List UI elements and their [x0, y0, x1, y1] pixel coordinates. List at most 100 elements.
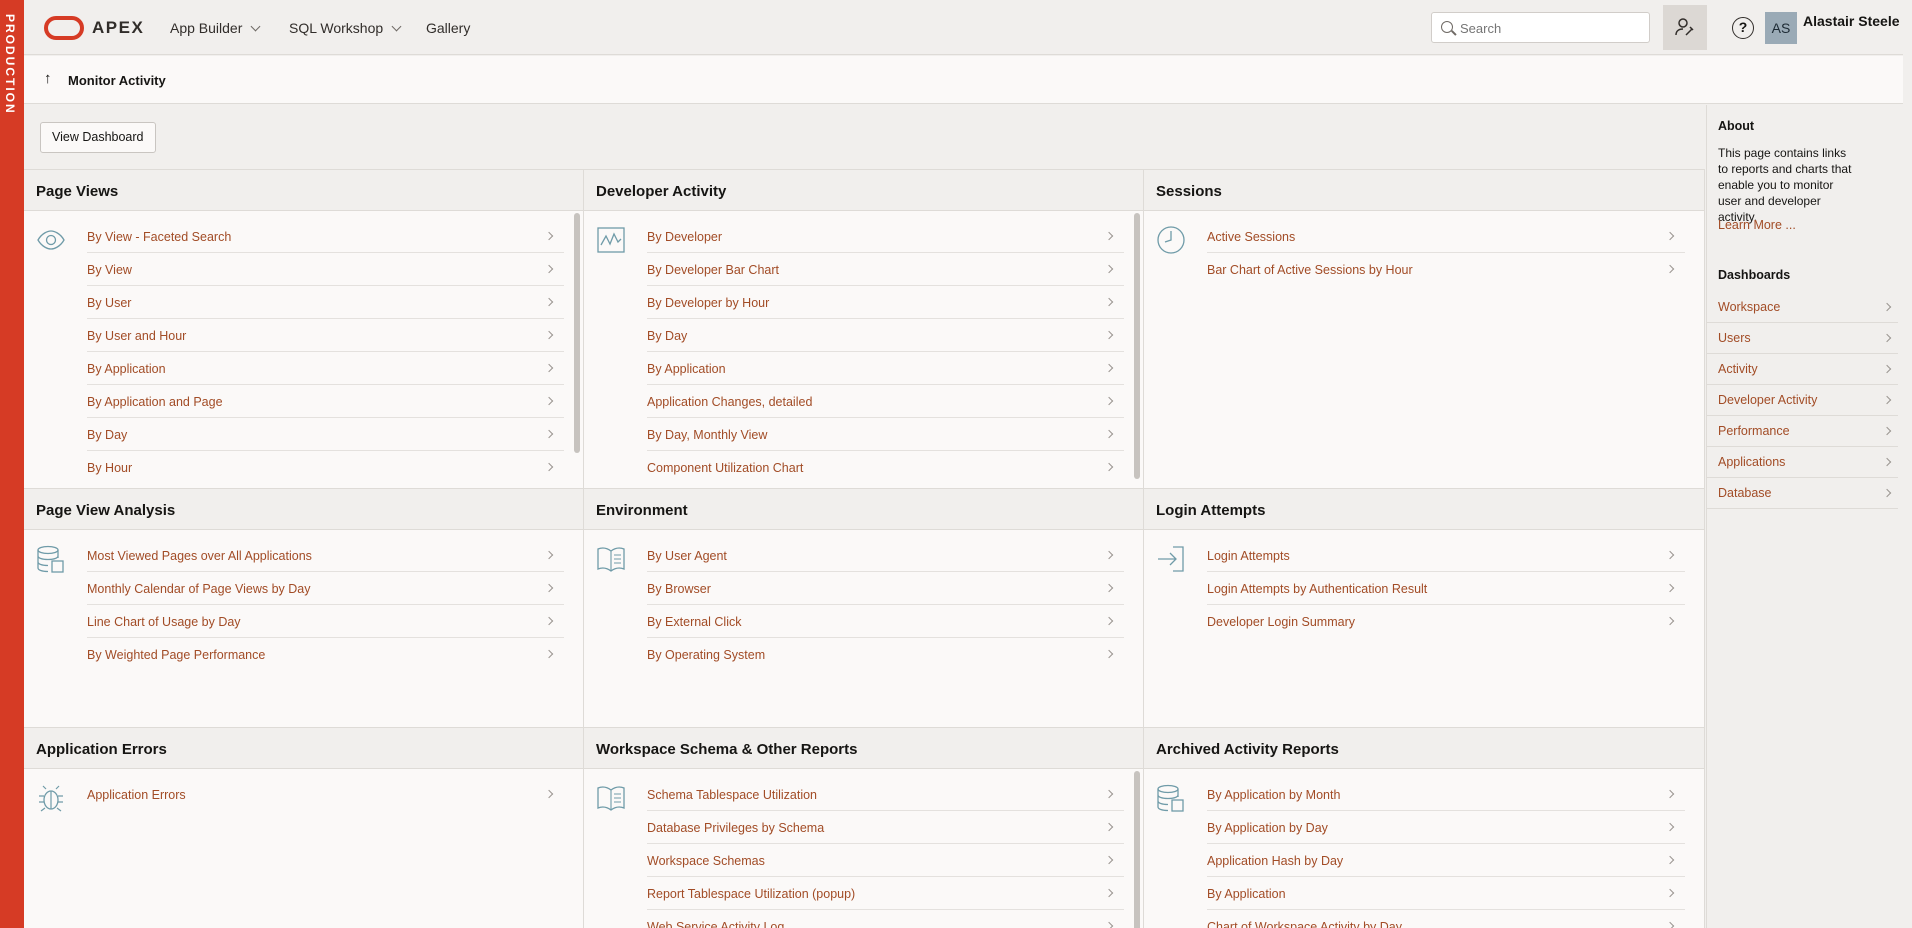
chevron-right-icon — [1104, 396, 1114, 406]
list-item[interactable]: Active Sessions — [1207, 220, 1685, 253]
dashboard-link-users[interactable]: Users — [1707, 323, 1898, 354]
list-item[interactable]: By Operating System — [647, 638, 1124, 671]
list-item[interactable]: By Developer by Hour — [647, 286, 1124, 319]
dashboard-link-database[interactable]: Database — [1707, 478, 1898, 509]
list-item[interactable]: Database Privileges by Schema — [647, 811, 1124, 844]
list-item[interactable]: By User Agent — [647, 539, 1124, 572]
oracle-logo-icon[interactable] — [44, 16, 84, 40]
chevron-right-icon — [1104, 649, 1114, 659]
chevron-right-icon — [1104, 429, 1114, 439]
search-input[interactable] — [1460, 19, 1640, 37]
list-item[interactable]: Chart of Workspace Activity by Day — [1207, 910, 1685, 928]
list-item[interactable]: Line Chart of Usage by Day — [87, 605, 564, 638]
apex-brand[interactable]: APEX — [92, 18, 144, 38]
list-item[interactable]: By Developer Bar Chart — [647, 253, 1124, 286]
list-item[interactable]: Most Viewed Pages over All Applications — [87, 539, 564, 572]
chevron-right-icon — [544, 789, 554, 799]
link-list: Schema Tablespace Utilization Database P… — [647, 778, 1124, 928]
database-report-icon — [37, 545, 64, 573]
nav-app-builder[interactable]: App Builder — [170, 20, 261, 36]
chevron-right-icon — [544, 297, 554, 307]
administration-button[interactable] — [1663, 5, 1707, 50]
sign-in-icon — [1158, 546, 1184, 572]
list-item[interactable]: Developer Login Summary — [1207, 605, 1685, 638]
chevron-right-icon — [544, 583, 554, 593]
nav-gallery[interactable]: Gallery — [426, 20, 470, 36]
dashboard-link-applications[interactable]: Applications — [1707, 447, 1898, 478]
top-header: APEX App Builder SQL Workshop Gallery ? … — [24, 0, 1912, 55]
list-item[interactable]: By Day — [647, 319, 1124, 352]
avatar[interactable]: AS — [1765, 12, 1797, 44]
region-page-view-analysis: Page View Analysis Most Viewed Pages ove… — [24, 488, 584, 727]
link-list: By User Agent By Browser By External Cli… — [647, 539, 1124, 671]
list-item[interactable]: By Browser — [647, 572, 1124, 605]
chevron-right-icon — [1882, 426, 1892, 436]
region-login-attempts: Login Attempts Login Attempts Login Atte… — [1144, 488, 1705, 727]
dashboard-link-performance[interactable]: Performance — [1707, 416, 1898, 447]
arrow-up-icon[interactable]: ↑ — [44, 70, 52, 87]
list-item[interactable]: By Hour — [87, 451, 564, 484]
list-item[interactable]: Schema Tablespace Utilization — [647, 778, 1124, 811]
link-list: Most Viewed Pages over All Applications … — [87, 539, 564, 671]
region-developer-activity: Developer Activity By Developer By Devel… — [584, 169, 1144, 488]
list-item[interactable]: By Application by Month — [1207, 778, 1685, 811]
learn-more-link[interactable]: Learn More ... — [1718, 218, 1796, 232]
page-scrollbar[interactable] — [1903, 0, 1912, 928]
list-item[interactable]: Application Errors — [87, 778, 564, 811]
list-item[interactable]: Application Changes, detailed — [647, 385, 1124, 418]
list-item[interactable]: By View - Faceted Search — [87, 220, 564, 253]
dashboard-link-workspace[interactable]: Workspace — [1707, 292, 1898, 323]
scrollbar[interactable] — [574, 213, 580, 453]
chevron-right-icon — [1104, 297, 1114, 307]
list-item[interactable]: By View — [87, 253, 564, 286]
list-item[interactable]: Report Tablespace Utilization (popup) — [647, 877, 1124, 910]
list-item[interactable]: Login Attempts by Authentication Result — [1207, 572, 1685, 605]
chevron-right-icon — [1104, 789, 1114, 799]
region-sessions: Sessions Active Sessions Bar Chart of Ac… — [1144, 169, 1705, 488]
list-item[interactable]: By Application and Page — [87, 385, 564, 418]
view-dashboard-button[interactable]: View Dashboard — [40, 122, 156, 153]
list-item[interactable]: By Weighted Page Performance — [87, 638, 564, 671]
dashboard-link-developer-activity[interactable]: Developer Activity — [1707, 385, 1898, 416]
list-item[interactable]: By Developer — [647, 220, 1124, 253]
list-item[interactable]: Workspace Schemas — [647, 844, 1124, 877]
list-item[interactable]: Login Attempts — [1207, 539, 1685, 572]
book-icon — [597, 786, 625, 811]
link-list: By Application by Month By Application b… — [1207, 778, 1685, 928]
eye-icon — [37, 230, 65, 250]
chevron-right-icon — [1104, 855, 1114, 865]
nav-sql-workshop[interactable]: SQL Workshop — [289, 20, 402, 36]
page-title: Monitor Activity — [68, 73, 166, 88]
database-report-icon — [1157, 784, 1184, 812]
chevron-right-icon — [544, 462, 554, 472]
dashboard-link-activity[interactable]: Activity — [1707, 354, 1898, 385]
list-item[interactable]: Application Hash by Day — [1207, 844, 1685, 877]
list-item[interactable]: By External Click — [647, 605, 1124, 638]
list-item[interactable]: Monthly Calendar of Page Views by Day — [87, 572, 564, 605]
chevron-right-icon — [1882, 302, 1892, 312]
list-item[interactable]: By Application — [87, 352, 564, 385]
list-item[interactable]: By Application by Day — [1207, 811, 1685, 844]
chevron-right-icon — [1882, 364, 1892, 374]
list-item[interactable]: By User and Hour — [87, 319, 564, 352]
chevron-right-icon — [1104, 330, 1114, 340]
scrollbar[interactable] — [1134, 771, 1140, 928]
activity-chart-icon — [597, 227, 625, 253]
region-title: Workspace Schema & Other Reports — [584, 727, 1143, 769]
list-item[interactable]: Bar Chart of Active Sessions by Hour — [1207, 253, 1685, 286]
list-item[interactable]: Web Service Activity Log — [647, 910, 1124, 928]
user-name[interactable]: Alastair Steele — [1803, 13, 1900, 29]
chevron-right-icon — [1104, 462, 1114, 472]
search-box[interactable] — [1431, 12, 1650, 43]
chevron-right-icon — [1882, 333, 1892, 343]
list-item[interactable]: By User — [87, 286, 564, 319]
list-item[interactable]: By Day, Monthly View — [647, 418, 1124, 451]
chevron-right-icon — [1104, 921, 1114, 928]
list-item[interactable]: Component Utilization Chart — [647, 451, 1124, 484]
scrollbar[interactable] — [1134, 213, 1140, 479]
list-item[interactable]: By Application — [1207, 877, 1685, 910]
list-item[interactable]: By Day — [87, 418, 564, 451]
list-item[interactable]: By Application — [647, 352, 1124, 385]
help-icon[interactable]: ? — [1732, 17, 1754, 39]
chevron-right-icon — [1104, 583, 1114, 593]
